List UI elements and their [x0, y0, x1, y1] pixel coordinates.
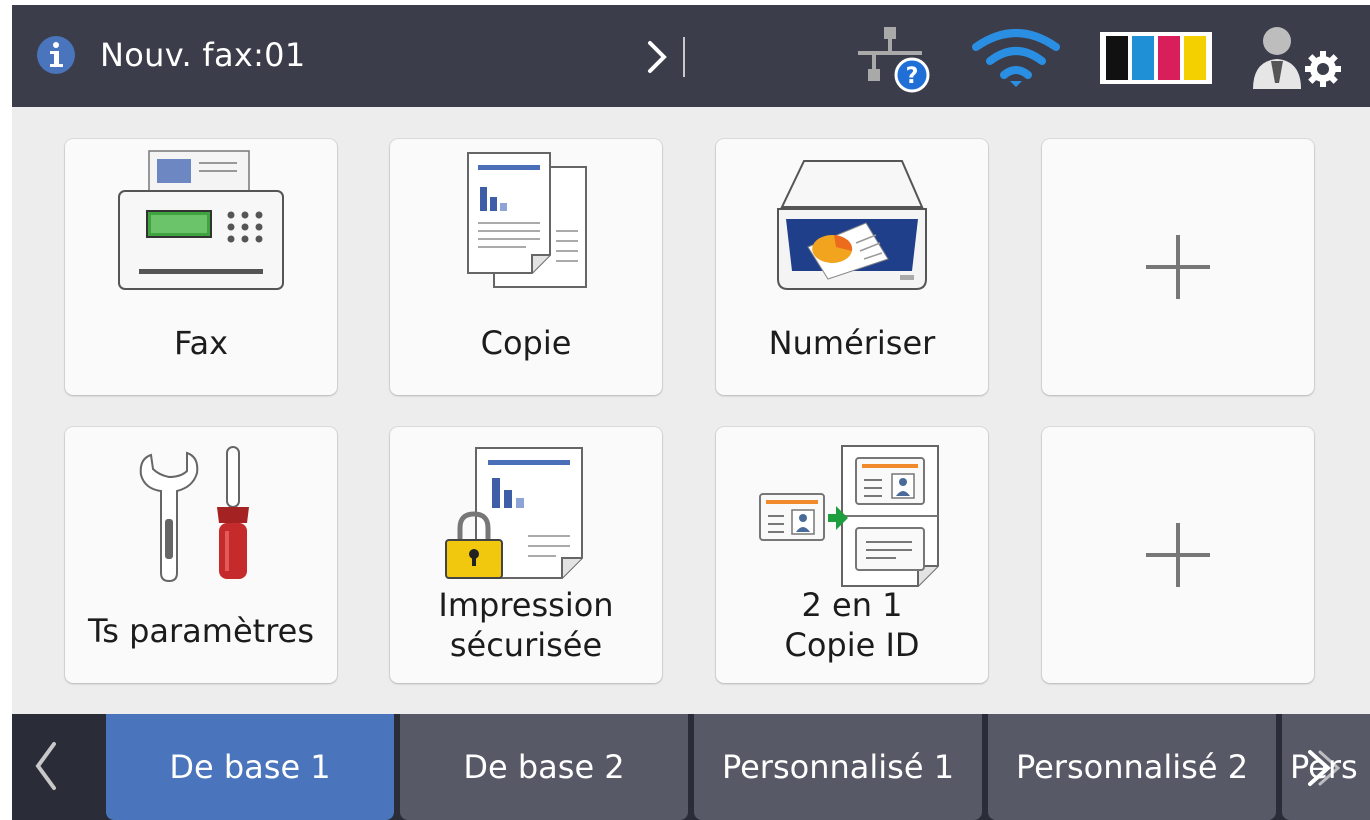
plus-icon	[1146, 523, 1210, 587]
wifi-icon[interactable]	[970, 25, 1062, 89]
fax-tile[interactable]: Fax	[65, 139, 337, 395]
secure-print-icon	[445, 447, 583, 579]
tab-de-base-1[interactable]: De base 1	[106, 714, 394, 820]
tile-label-line-1: 2 en 1	[801, 586, 903, 624]
add-shortcut-tile[interactable]	[1042, 427, 1314, 683]
scan-tile[interactable]: Numériser	[716, 139, 988, 395]
next-arrow-icon[interactable]	[640, 35, 688, 79]
secure-print-tile[interactable]: Impression sécurisée	[390, 427, 662, 683]
add-shortcut-tile[interactable]	[1042, 139, 1314, 395]
wrench-screwdriver-icon	[139, 446, 249, 583]
tile-label-line-2: sécurisée	[449, 626, 603, 664]
wired-network-unknown-icon[interactable]: ?	[840, 23, 940, 93]
printer-home-screen: Nouv. fax:01 ? Fax Copie Numériser Ts pa…	[12, 5, 1370, 820]
copy-tile[interactable]: Copie	[390, 139, 662, 395]
tab-bar: De base 1 De base 2 Personnalisé 1 Perso…	[12, 714, 1370, 820]
scanner-icon	[777, 160, 927, 290]
id-copy-icon	[759, 445, 939, 587]
svg-text:?: ?	[906, 64, 919, 89]
tab-de-base-2[interactable]: De base 2	[400, 714, 688, 820]
admin-settings-icon[interactable]	[1237, 23, 1357, 95]
next-tabs-arrow-icon[interactable]	[1304, 744, 1344, 792]
tile-label: Ts paramètres	[88, 612, 314, 650]
status-bar: Nouv. fax:01 ?	[12, 5, 1370, 107]
tab-personnalise-1[interactable]: Personnalisé 1	[694, 714, 982, 820]
ink-levels-icon[interactable]	[1100, 32, 1212, 84]
tile-label-line-1: Impression	[438, 586, 614, 624]
info-icon[interactable]	[36, 35, 76, 75]
new-fax-status[interactable]: Nouv. fax:01	[100, 36, 306, 74]
tile-label-line-2: Copie ID	[784, 626, 920, 664]
tile-label: Copie	[480, 324, 572, 362]
tab-personnalise-2[interactable]: Personnalisé 2	[988, 714, 1276, 820]
tile-label: Numériser	[768, 324, 936, 362]
back-arrow-icon[interactable]	[12, 714, 104, 820]
tile-label: Fax	[173, 324, 228, 362]
copy-documents-icon	[467, 152, 587, 288]
all-settings-tile[interactable]: Ts paramètres	[65, 427, 337, 683]
fax-machine-icon	[118, 150, 284, 290]
id-copy-tile[interactable]: 2 en 1 Copie ID	[716, 427, 988, 683]
plus-icon	[1146, 235, 1210, 299]
